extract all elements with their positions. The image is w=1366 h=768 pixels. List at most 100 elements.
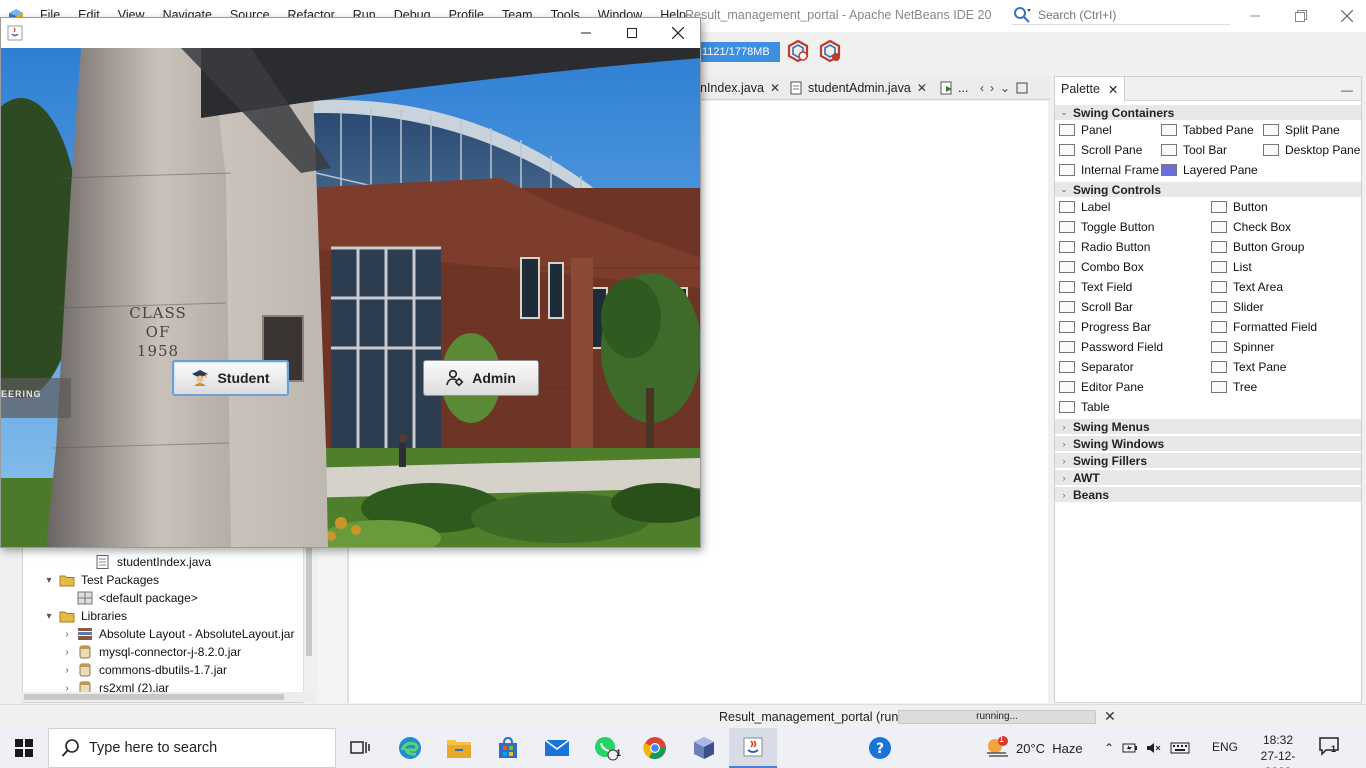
projects-vertical-scrollbar[interactable] xyxy=(303,540,314,703)
memory-usage-indicator[interactable]: 1121/1778MB xyxy=(700,42,780,62)
expand-arrow-icon[interactable]: › xyxy=(61,629,73,640)
action-center-button[interactable]: 1 xyxy=(1318,736,1346,760)
cancel-task-icon[interactable]: ✕ xyxy=(1104,708,1116,725)
taskbar-search-box[interactable]: Type here to search xyxy=(48,728,336,768)
close-tab-icon[interactable]: ✕ xyxy=(917,81,927,95)
palette-item-internal-frame[interactable]: Internal Frame xyxy=(1059,161,1159,179)
palette-item-button-group[interactable]: Button Group xyxy=(1211,238,1304,256)
taskbar-app-mail[interactable] xyxy=(533,728,581,768)
app-close-button[interactable] xyxy=(655,18,700,48)
palette-category-awt[interactable]: › AWT xyxy=(1055,470,1361,485)
palette-item-split-pane[interactable]: Split Pane xyxy=(1263,121,1340,139)
collapse-arrow-icon[interactable]: ▾ xyxy=(43,575,55,586)
palette-item-text-field[interactable]: Text Field xyxy=(1059,278,1132,296)
maximize-button[interactable] xyxy=(1278,0,1324,32)
palette-item-table[interactable]: Table xyxy=(1059,398,1110,416)
palette-item-scroll-pane[interactable]: Scroll Pane xyxy=(1059,141,1142,159)
collapse-arrow-icon[interactable]: ▾ xyxy=(43,611,55,622)
palette-item-progress-bar[interactable]: Progress Bar xyxy=(1059,318,1151,336)
taskbar-app-chrome[interactable] xyxy=(631,728,679,768)
palette-item-spinner[interactable]: Spinner xyxy=(1211,338,1274,356)
palette-item-radio-button[interactable]: Radio Button xyxy=(1059,238,1150,256)
palette-item-list[interactable]: List xyxy=(1211,258,1252,276)
expand-arrow-icon[interactable]: › xyxy=(61,647,73,658)
scroll-tabs-right-icon[interactable]: › xyxy=(990,81,994,95)
scroll-tabs-left-icon[interactable]: ‹ xyxy=(980,81,984,95)
taskbar-app-store[interactable] xyxy=(484,728,532,768)
task-view-button[interactable] xyxy=(336,728,384,768)
tree-item-absolutelayout[interactable]: › Absolute Layout - AbsoluteLayout.jar xyxy=(61,625,294,643)
minimize-panel-icon[interactable]: — xyxy=(1341,83,1353,97)
profile-project-icon[interactable] xyxy=(786,39,810,63)
scrollbar-thumb[interactable] xyxy=(306,546,312,656)
palette-item-desktop-pane[interactable]: Desktop Pane xyxy=(1263,141,1360,159)
profile-attach-icon[interactable] xyxy=(818,39,842,63)
palette-item-text-pane[interactable]: Text Pane xyxy=(1211,358,1286,376)
close-tab-icon[interactable]: ✕ xyxy=(1108,82,1118,97)
palette-category-beans[interactable]: › Beans xyxy=(1055,487,1361,502)
ide-search-box[interactable]: Search (Ctrl+I) xyxy=(1012,5,1230,25)
palette-category-swing-containers[interactable]: ⌄ Swing Containers xyxy=(1055,105,1361,120)
taskbar-app-java[interactable] xyxy=(729,728,777,768)
palette-item-password-field[interactable]: Password Field xyxy=(1059,338,1163,356)
palette-item-tabbed-pane[interactable]: Tabbed Pane xyxy=(1161,121,1254,139)
palette-panel: Palette ✕ — ⌄ Swing Containers Panel Tabbe… xyxy=(1054,76,1362,703)
battery-charging-icon[interactable] xyxy=(1122,741,1138,755)
palette-category-swing-menus[interactable]: › Swing Menus xyxy=(1055,419,1361,434)
scrollbar-thumb[interactable] xyxy=(24,694,284,700)
taskbar-clock[interactable]: 18:32 27-12-2023 xyxy=(1252,732,1304,768)
tree-item-libraries[interactable]: ▾ Libraries xyxy=(43,607,127,625)
show-opened-documents-icon[interactable]: ⌄ xyxy=(1000,81,1010,95)
palette-item-scroll-bar[interactable]: Scroll Bar xyxy=(1059,298,1133,316)
taskbar-app-file-explorer[interactable] xyxy=(435,728,483,768)
taskbar-app-whatsapp[interactable]: 1 xyxy=(582,728,630,768)
running-task-label[interactable]: Result_management_portal (run) xyxy=(719,710,902,724)
app-maximize-button[interactable] xyxy=(609,18,655,48)
palette-item-tool-bar[interactable]: Tool Bar xyxy=(1161,141,1227,159)
expand-arrow-icon[interactable]: › xyxy=(61,665,73,676)
palette-item-layered-pane[interactable]: Layered Pane xyxy=(1161,161,1258,179)
close-tab-icon[interactable]: ✕ xyxy=(770,81,780,95)
palette-category-swing-windows[interactable]: › Swing Windows xyxy=(1055,436,1361,451)
speaker-muted-icon[interactable] xyxy=(1146,741,1162,755)
tab-studentindex[interactable]: nIndex.java ✕ xyxy=(700,76,780,100)
palette-item-panel[interactable]: Panel xyxy=(1059,121,1112,139)
weather-widget[interactable]: 1 20°C Haze xyxy=(984,728,1083,768)
palette-item-label[interactable]: Label xyxy=(1059,198,1110,216)
projects-horizontal-scrollbar[interactable] xyxy=(22,692,314,702)
palette-item-editor-pane[interactable]: Editor Pane xyxy=(1059,378,1144,396)
palette-item-separator[interactable]: Separator xyxy=(1059,358,1134,376)
palette-item-check-box[interactable]: Check Box xyxy=(1211,218,1291,236)
tree-item-commons-dbutils[interactable]: › commons-dbutils-1.7.jar xyxy=(61,661,227,679)
building-sign-text: EERING xyxy=(1,389,42,399)
app-minimize-button[interactable] xyxy=(563,18,609,48)
student-button[interactable]: Student xyxy=(172,360,289,396)
show-hidden-icons-chevron-icon[interactable]: ⌃ xyxy=(1104,741,1114,755)
tab-palette[interactable]: Palette ✕ xyxy=(1055,77,1126,101)
taskbar-help-icon[interactable]: ? xyxy=(856,728,904,768)
palette-item-toggle-button[interactable]: Toggle Button xyxy=(1059,218,1154,236)
maximize-editor-icon[interactable] xyxy=(1016,82,1028,94)
palette-item-text-area[interactable]: Text Area xyxy=(1211,278,1283,296)
tree-item-mysql-connector[interactable]: › mysql-connector-j-8.2.0.jar xyxy=(61,643,241,661)
palette-item-formatted-field[interactable]: Formatted Field xyxy=(1211,318,1317,336)
start-button[interactable] xyxy=(0,728,48,768)
palette-item-slider[interactable]: Slider xyxy=(1211,298,1264,316)
tab-studentadmin[interactable]: studentAdmin.java ✕ xyxy=(790,76,927,100)
tree-item-test-packages[interactable]: ▾ Test Packages xyxy=(43,571,159,589)
palette-item-tree[interactable]: Tree xyxy=(1211,378,1257,396)
palette-category-swing-controls[interactable]: ⌄ Swing Controls xyxy=(1055,182,1361,197)
palette-item-button[interactable]: Button xyxy=(1211,198,1268,216)
admin-button[interactable]: Admin xyxy=(423,360,539,396)
tree-item-studentindex[interactable]: studentIndex.java xyxy=(95,553,211,571)
touch-keyboard-icon[interactable] xyxy=(1170,741,1190,755)
minimize-button[interactable] xyxy=(1232,0,1278,32)
tree-item-default-package[interactable]: <default package> xyxy=(77,589,198,607)
palette-item-combo-box[interactable]: Combo Box xyxy=(1059,258,1144,276)
taskbar-app-edge[interactable] xyxy=(386,728,434,768)
tab-more[interactable]: ... xyxy=(940,76,968,100)
taskbar-app-virtualbox[interactable] xyxy=(680,728,728,768)
palette-category-swing-fillers[interactable]: › Swing Fillers xyxy=(1055,453,1361,468)
input-language[interactable]: ENG xyxy=(1212,740,1238,754)
close-button[interactable] xyxy=(1324,0,1366,32)
